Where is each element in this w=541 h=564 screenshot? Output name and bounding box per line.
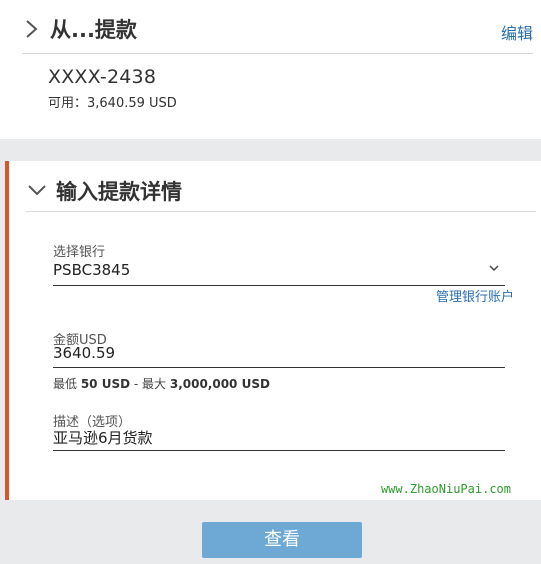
available-balance: 可用：3,640.59 USD [48,96,177,111]
amount-value: 3640.59 [53,344,116,362]
limit-min-prefix: 最低 [53,377,81,391]
chevron-down-icon[interactable] [27,183,47,197]
withdrawal-details-card: 输入提款详情 选择银行 PSBC3845 管理银行账户 金额USD 3640.5… [5,161,541,500]
chevron-down-icon [489,265,499,272]
chevron-right-icon[interactable] [24,18,40,40]
description-underline [53,450,505,451]
from-account-title: 从...提款 [50,18,137,42]
watermark-text: www.ZhaoNiuPai.com [380,482,511,496]
bank-select[interactable]: PSBC3845 [53,257,505,285]
amount-underline [53,367,505,368]
description-value: 亚马逊6月货款 [53,429,153,447]
limit-max-value: 3,000,000 USD [169,377,270,391]
account-number: XXXX-2438 [48,66,157,88]
amount-input[interactable]: 3640.59 [53,343,505,367]
withdrawal-details-title: 输入提款详情 [56,180,182,204]
manage-bank-accounts-link[interactable]: 管理银行账户 [436,286,514,305]
withdrawal-page: 从...提款 编辑 XXXX-2438 可用：3,640.59 USD 输入提款… [0,0,541,564]
amount-limits: 最低 50 USD - 最大 3,000,000 USD [53,375,270,392]
limit-separator: - 最大 [130,377,170,391]
bank-selected-value: PSBC3845 [53,261,131,279]
limit-min-value: 50 USD [80,377,131,391]
edit-link[interactable]: 编辑 [501,20,533,44]
view-button[interactable]: 查看 [202,522,362,558]
from-account-header[interactable]: 从...提款 编辑 [22,0,533,54]
withdrawal-details-header[interactable]: 输入提款详情 [26,161,536,212]
description-input[interactable]: 亚马逊6月货款 [53,426,505,450]
from-account-card: 从...提款 编辑 XXXX-2438 可用：3,640.59 USD [0,0,541,139]
